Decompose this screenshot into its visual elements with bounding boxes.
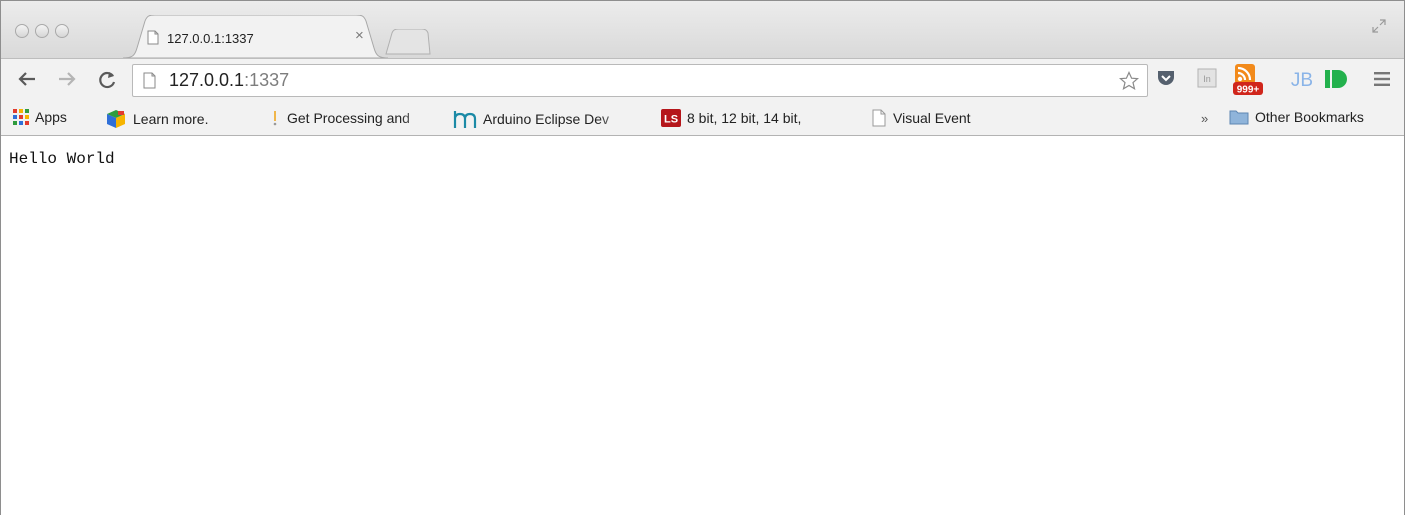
url-host: 127.0.0.1 xyxy=(169,70,245,90)
close-window-button[interactable] xyxy=(15,24,29,38)
in-extension-label: In xyxy=(1203,74,1211,84)
tab-active[interactable]: 127.0.0.1:1337 × xyxy=(123,15,388,58)
window-controls xyxy=(15,24,69,38)
jb-extension-label: JB xyxy=(1291,70,1313,91)
page-icon xyxy=(872,109,886,127)
bookmark-label: Arduino Eclipse Dev xyxy=(483,111,610,127)
toolbar: 127.0.0.1:1337 In 999+ JB xyxy=(1,58,1404,103)
bookmark-label: Apps xyxy=(35,109,67,125)
pocket-extension-icon[interactable] xyxy=(1156,68,1176,93)
bookmark-get-processing[interactable]: Get Processing and xyxy=(269,109,437,127)
menu-icon[interactable] xyxy=(1374,71,1390,92)
id-extension-icon[interactable] xyxy=(1324,69,1348,94)
bookmark-label: 8 bit, 12 bit, 14 bit, xyxy=(687,110,802,126)
bookmark-label: Visual Event xyxy=(893,110,971,126)
reload-button[interactable] xyxy=(97,70,117,94)
minimize-window-button[interactable] xyxy=(35,24,49,38)
ls-icon-text: LS xyxy=(664,114,678,126)
google-cube-icon xyxy=(107,110,125,128)
bookmark-visual-event[interactable]: Visual Event xyxy=(871,109,971,127)
folder-icon xyxy=(1229,110,1249,125)
zoom-window-button[interactable] xyxy=(55,24,69,38)
ls-icon: LS xyxy=(661,109,681,127)
bookmarks-overflow-button[interactable]: » xyxy=(1201,111,1208,126)
forward-arrow-icon xyxy=(59,72,76,86)
tab-shape xyxy=(123,15,388,58)
fullscreen-icon[interactable] xyxy=(1372,19,1386,38)
other-bookmarks-folder[interactable]: Other Bookmarks xyxy=(1229,109,1364,125)
arduino-eclipse-icon xyxy=(453,111,477,128)
forward-button[interactable] xyxy=(57,69,77,93)
reload-icon xyxy=(99,71,116,89)
back-arrow-icon xyxy=(18,72,35,86)
bookmark-arduino-eclipse[interactable]: Arduino Eclipse Dev xyxy=(453,109,635,129)
browser-window: 127.0.0.1:1337 × 127.0.0.1:1337 In 999+ … xyxy=(0,0,1405,515)
tab-strip: 127.0.0.1:1337 × xyxy=(1,1,1404,58)
other-bookmarks-label: Other Bookmarks xyxy=(1255,109,1364,125)
back-button[interactable] xyxy=(17,69,37,93)
page-icon xyxy=(147,30,159,50)
processing-icon xyxy=(273,111,277,126)
jb-extension-icon[interactable]: JB xyxy=(1290,67,1314,96)
apps-grid-icon xyxy=(13,109,29,125)
bookmark-bit-depth[interactable]: LS 8 bit, 12 bit, 14 bit, xyxy=(661,109,837,127)
rss-extension-icon[interactable]: 999+ xyxy=(1233,62,1267,101)
url-port: :1337 xyxy=(244,70,290,90)
bookmark-label: Learn more. xyxy=(133,111,209,127)
page-icon xyxy=(143,72,156,94)
in-extension-icon[interactable]: In xyxy=(1197,68,1217,93)
bookmark-apps[interactable]: Apps xyxy=(13,109,67,125)
page-content: Hello World xyxy=(1,136,1404,515)
bookmark-learn-more[interactable]: Learn more. xyxy=(105,109,208,129)
bookmark-star-icon[interactable] xyxy=(1118,71,1140,96)
address-bar[interactable]: 127.0.0.1:1337 xyxy=(132,64,1148,97)
bookmark-label: Get Processing and xyxy=(287,110,410,126)
tab-close-button[interactable]: × xyxy=(355,27,364,44)
new-tab-button[interactable] xyxy=(384,28,432,60)
rss-badge-count: 999+ xyxy=(1237,85,1260,96)
bookmarks-bar: Apps Learn more. Get Processing and Ardu… xyxy=(1,103,1404,136)
page-body-text: Hello World xyxy=(9,150,115,168)
tab-title: 127.0.0.1:1337 xyxy=(167,31,254,46)
url-text[interactable]: 127.0.0.1:1337 xyxy=(169,70,289,91)
